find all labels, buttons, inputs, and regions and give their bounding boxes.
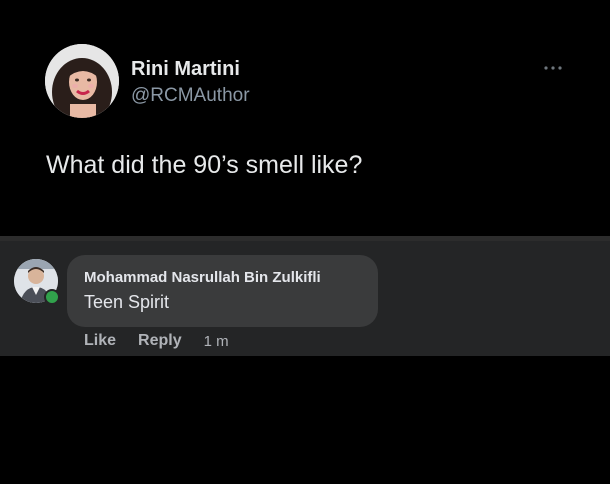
author-handle[interactable]: @RCMAuthor (131, 85, 250, 107)
tweet-text: What did the 90’s smell like? (46, 151, 363, 179)
author-avatar-image (45, 44, 119, 118)
author-name[interactable]: Rini Martini (131, 58, 240, 81)
commenter-name[interactable]: Mohammad Nasrullah Bin Zulkifli (84, 269, 321, 286)
online-status-indicator (44, 289, 60, 305)
comment-text: Teen Spirit (84, 292, 170, 312)
reply-button[interactable]: Reply (138, 332, 182, 350)
tweet-card: Rini Martini @RCMAuthor What did the 90’… (0, 0, 610, 237)
comment-bubble: Mohammad Nasrullah Bin Zulkifli Teen Spi… (67, 255, 378, 327)
more-horizontal-icon[interactable] (541, 60, 565, 70)
author-avatar[interactable] (45, 44, 119, 118)
like-button[interactable]: Like (84, 332, 116, 350)
comment-section: Mohammad Nasrullah Bin Zulkifli Teen Spi… (0, 241, 610, 356)
comment-actions: Like Reply 1 m (84, 331, 229, 351)
empty-background (0, 356, 610, 484)
comment-timestamp[interactable]: 1 m (204, 333, 229, 350)
